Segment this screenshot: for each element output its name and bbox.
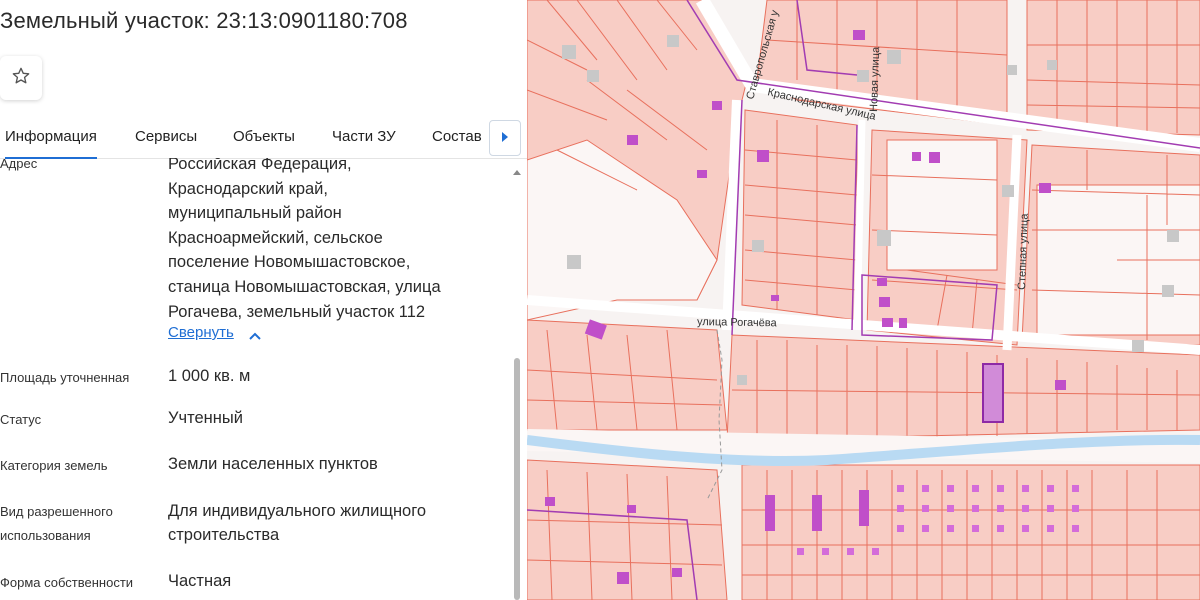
status-value: Учтенный xyxy=(168,409,243,427)
chevron-up-icon[interactable] xyxy=(248,328,262,340)
collapse-link[interactable]: Свернуть xyxy=(168,324,234,341)
street-label-novaya: Новая улица xyxy=(868,46,882,112)
tab-bar: Информация Сервисы Объекты Части ЗУ Сост… xyxy=(0,118,527,159)
ownership-value: Частная xyxy=(168,572,232,590)
tab-composition[interactable]: Состав xyxy=(432,128,482,145)
permitted-use-label: Вид разрешенного использования xyxy=(0,500,113,548)
permitted-use-value-line: строительства xyxy=(168,526,280,544)
ownership-label: Форма собственности xyxy=(0,575,134,590)
scroll-up-arrow-icon[interactable] xyxy=(513,164,521,175)
chevron-right-icon xyxy=(501,129,509,147)
info-panel: Земельный участок: 23:13:0901180:708 Инф… xyxy=(0,0,528,600)
status-label: Статус xyxy=(0,412,42,427)
scrollbar-thumb[interactable] xyxy=(514,358,520,600)
area-label: Площадь уточненная xyxy=(0,370,130,385)
info-content: Адрес Российская Федерация, Краснодарски… xyxy=(0,158,510,600)
panel-scrollbar[interactable] xyxy=(511,158,523,600)
page-title: Земельный участок: 23:13:0901180:708 xyxy=(0,8,408,33)
map-canvas[interactable]: Ставропольская у Краснодарская улица Нов… xyxy=(527,0,1200,600)
tab-objects[interactable]: Объекты xyxy=(233,128,295,145)
permitted-use-label-line: использования xyxy=(0,528,91,543)
favorite-button[interactable] xyxy=(0,56,42,100)
address-line: поселение Новомышастовское, xyxy=(168,253,411,272)
tab-information[interactable]: Информация xyxy=(5,128,97,159)
address-line: муниципальный район xyxy=(168,204,342,223)
area-value: 1 000 кв. м xyxy=(168,367,251,385)
tab-parcel-parts[interactable]: Части ЗУ xyxy=(332,128,396,145)
cadastral-map[interactable]: Ставропольская у Краснодарская улица Нов… xyxy=(527,0,1200,600)
star-outline-icon xyxy=(11,66,31,91)
permitted-use-value-line: Для индивидуального жилищного xyxy=(168,502,427,520)
address-line: Красноармейский, сельское xyxy=(168,228,383,247)
tabs-scroll-right-button[interactable] xyxy=(489,120,521,156)
address-value: Российская Федерация, Краснодарский край… xyxy=(168,158,441,324)
address-line: Краснодарский край, xyxy=(168,179,328,198)
address-line: станица Новомышастовская, улица xyxy=(168,277,441,296)
address-line: Рогачева, земельный участок 112 xyxy=(168,302,426,321)
street-label-rogacheva: улица Рогачёва xyxy=(697,316,778,329)
address-label: Адрес xyxy=(0,158,38,171)
address-line: Российская Федерация, xyxy=(168,158,352,173)
selected-parcel[interactable] xyxy=(982,363,1004,423)
land-category-label: Категория земель xyxy=(0,458,108,473)
tab-services[interactable]: Сервисы xyxy=(135,128,197,145)
permitted-use-value: Для индивидуального жилищного строительс… xyxy=(168,499,426,547)
permitted-use-label-line: Вид разрешенного xyxy=(0,504,113,519)
land-category-value: Земли населенных пунктов xyxy=(168,455,378,473)
